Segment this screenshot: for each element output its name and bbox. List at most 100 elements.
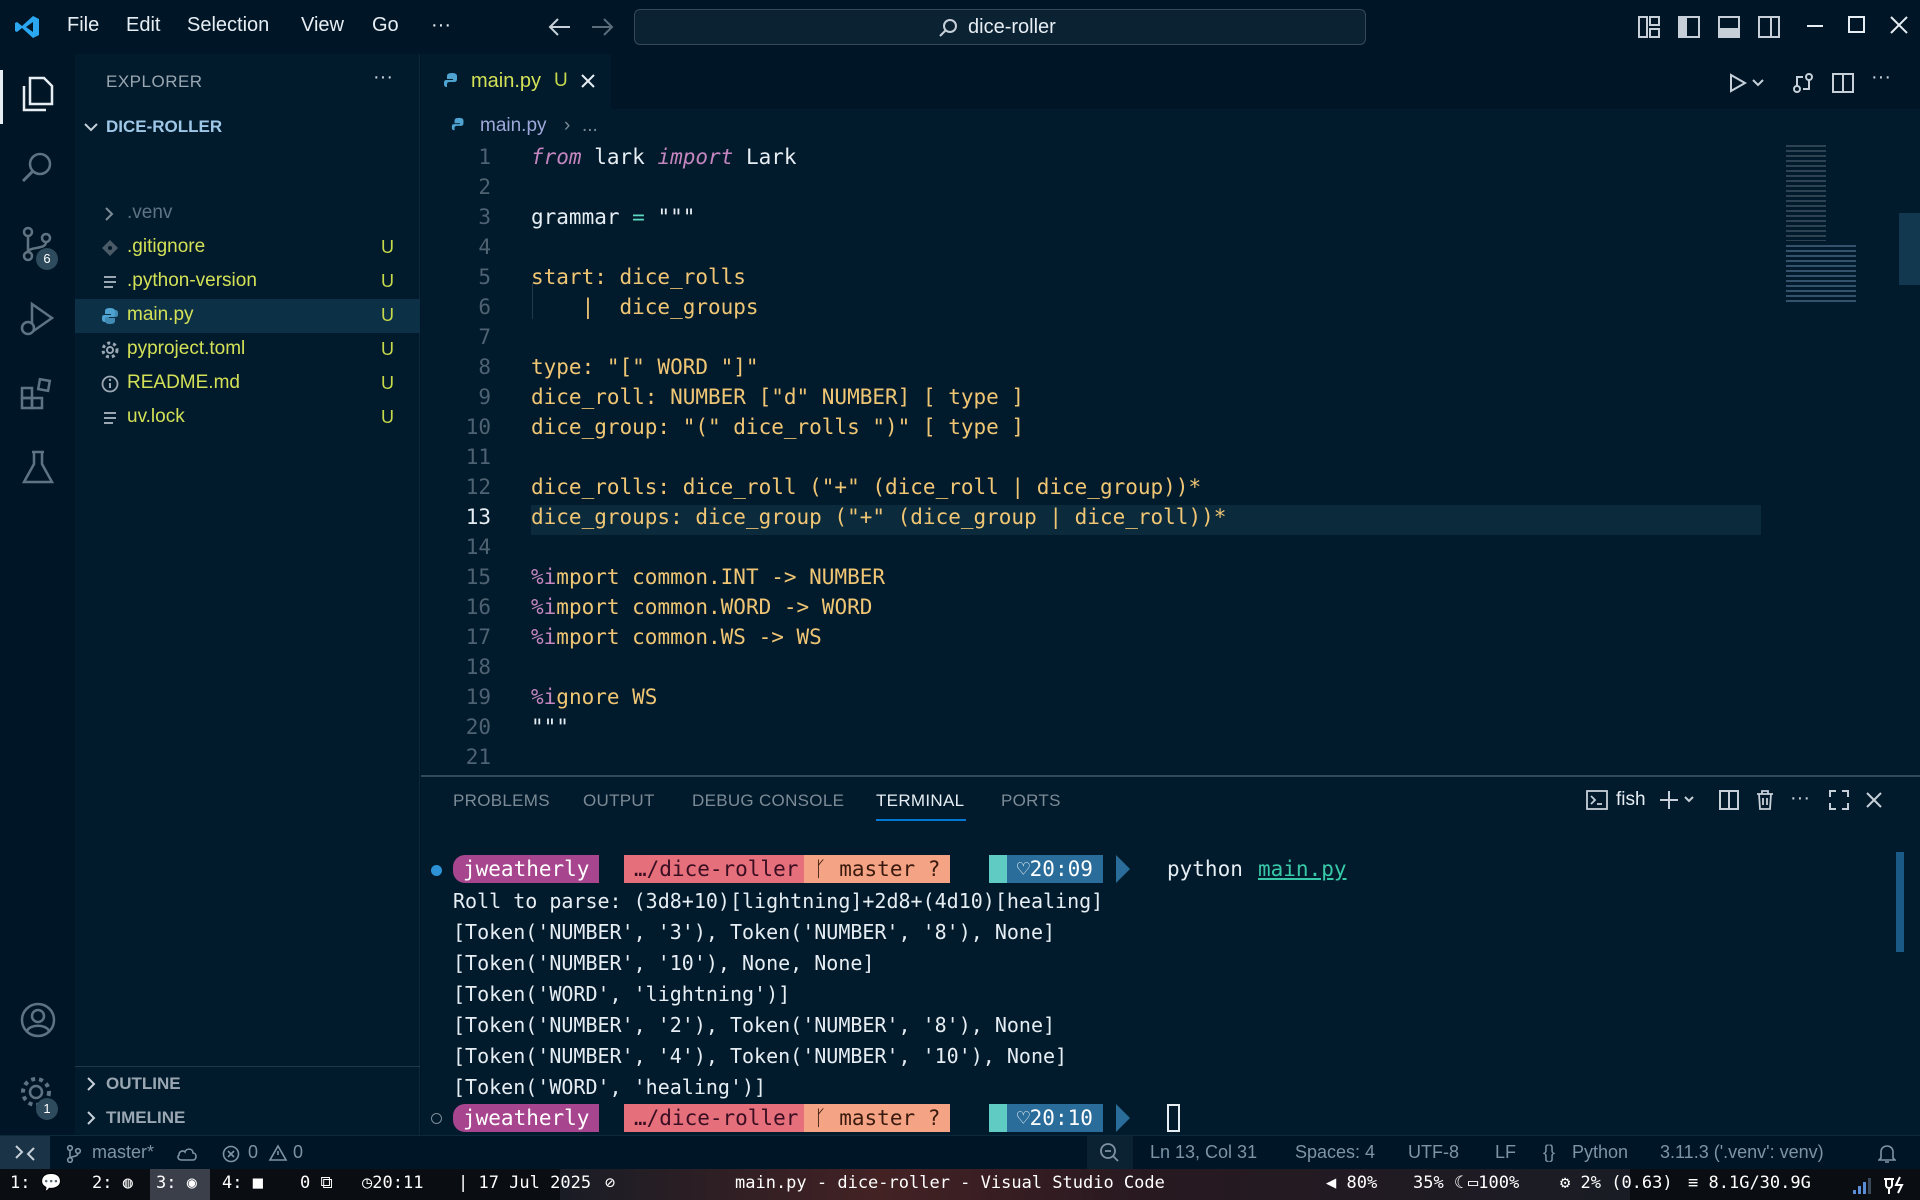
maximize-icon[interactable] [1848,16,1866,34]
tree-item-label: pyproject.toml [127,338,246,359]
split-terminal-icon[interactable] [1718,789,1740,811]
folder-icon: ■ [252,1173,263,1193]
error-count[interactable]: 0 [248,1142,258,1163]
battery[interactable]: ▭100% [1468,1173,1519,1193]
maximize-panel-icon[interactable] [1828,789,1850,811]
project-folder[interactable]: DICE-ROLLER [75,110,420,144]
editor-more-icon[interactable]: ··· [1871,66,1891,89]
search-view-icon[interactable] [18,148,58,188]
code-editor[interactable]: 1 from lark import Lark 2 3 grammar = """ … [421,143,1920,775]
indentation[interactable]: Spaces: 4 [1295,1142,1375,1163]
cloud-upload-icon[interactable] [176,1145,198,1163]
volume[interactable]: ◀ 80% [1326,1173,1377,1193]
terminal-scrollbar[interactable] [1896,852,1904,952]
zoom-box[interactable] [1087,1136,1133,1170]
open-changes-icon[interactable] [1791,71,1815,95]
prompt-user: jweatherly [453,855,600,883]
tree-item-venv[interactable]: .venv [75,197,420,231]
prompt-user: jweatherly [453,1104,600,1132]
menu-more[interactable]: ··· [431,14,451,37]
timeline-section[interactable]: TIMELINE [75,1101,420,1135]
terminal-cursor[interactable] [1167,1104,1180,1132]
prompt-dir: …/dice-roller [624,1104,809,1132]
untracked-badge: U [381,305,394,325]
minimap[interactable] [1766,143,1920,775]
tree-item-readme[interactable]: README.md U [75,367,420,401]
command-center-search[interactable]: dice-roller [634,9,1366,45]
workspace-0[interactable]: 0 ⧉ [300,1173,333,1193]
minimize-icon[interactable] [1806,24,1824,28]
manage-gear-icon[interactable]: 1 [18,1074,58,1120]
cursor-position[interactable]: Ln 13, Col 31 [1150,1142,1257,1163]
tree-item-pyproject[interactable]: pyproject.toml U [75,333,420,367]
tree-item-python-version[interactable]: .python-version U [75,265,420,299]
source-control-icon[interactable]: 6 [18,224,58,270]
terminal-output-line: [Token('NUMBER', '3'), Token('NUMBER', '… [453,920,1056,944]
testing-icon[interactable] [18,448,58,488]
language-mode[interactable]: Python [1572,1142,1628,1163]
back-arrow-icon[interactable] [548,16,572,38]
remote-indicator[interactable] [0,1136,50,1170]
terminal-shell-icon [1586,789,1608,811]
split-editor-icon[interactable] [1831,71,1855,95]
close-panel-icon[interactable] [1865,791,1883,809]
tab-debug-console[interactable]: DEBUG CONSOLE [692,791,844,811]
explorer-icon[interactable] [18,74,58,114]
accounts-icon[interactable] [18,1000,58,1040]
untracked-badge: U [381,373,394,393]
code-line: 17 %import common.WS -> WS [465,625,822,649]
notifications-bell-icon[interactable] [1878,1144,1896,1164]
minimap-slider[interactable] [1899,213,1920,285]
breadcrumb-file[interactable]: main.py [480,115,547,137]
panel-more-icon[interactable]: ··· [1790,787,1810,810]
tab-problems[interactable]: PROBLEMS [453,791,550,811]
branch-name[interactable]: master* [92,1142,154,1163]
encoding[interactable]: UTF-8 [1408,1142,1459,1163]
python-interpreter[interactable]: 3.11.3 ('.venv': venv) [1660,1142,1824,1163]
shell-name[interactable]: fish [1616,789,1646,811]
eye-off-icon[interactable]: ⊘ [605,1173,615,1193]
tree-item-uv-lock[interactable]: uv.lock U [75,401,420,435]
menu-selection[interactable]: Selection [187,14,269,37]
breadcrumb-more[interactable]: ... [582,115,598,137]
git-branch-icon [66,1145,82,1163]
close-tab-icon[interactable] [581,74,595,88]
heart-icon: ♡ [1017,857,1030,881]
toggle-primary-sidebar-icon[interactable] [1678,16,1700,38]
menu-view[interactable]: View [301,14,344,37]
workspace-2[interactable]: 2: ◍ [92,1173,133,1193]
gear-file-icon [101,341,119,359]
explorer-more-icon[interactable]: ··· [373,66,393,89]
tree-item-gitignore[interactable]: .gitignore U [75,231,420,265]
prompt-branch: ᚴ master ? [804,1104,951,1132]
outline-section[interactable]: OUTLINE [75,1067,420,1101]
run-python-icon[interactable] [1729,73,1765,93]
project-name: DICE-ROLLER [106,117,223,136]
toggle-secondary-sidebar-icon[interactable] [1758,16,1780,38]
prompt-separator [989,855,1007,883]
menu-go[interactable]: Go [372,14,399,37]
forward-arrow-icon[interactable] [590,16,614,38]
warning-count[interactable]: 0 [293,1142,303,1163]
workspace-3[interactable]: 3: ◉ [156,1173,197,1193]
prompt-separator [989,1104,1007,1132]
terminal-output-line: [Token('NUMBER', '4'), Token('NUMBER', '… [453,1044,1068,1068]
tree-item-main-py[interactable]: main.py U [75,299,420,333]
toggle-panel-icon[interactable] [1718,16,1740,38]
brightness[interactable]: 35% ☾ [1413,1173,1464,1193]
tab-terminal[interactable]: TERMINAL [876,791,964,811]
menu-file[interactable]: File [67,14,99,37]
run-debug-icon[interactable] [18,298,58,338]
new-terminal-plus-icon[interactable] [1658,789,1698,811]
workspace-1[interactable]: 1: 💬 [10,1173,62,1193]
menu-edit[interactable]: Edit [126,14,160,37]
tab-output[interactable]: OUTPUT [583,791,655,811]
tab-main-py[interactable]: main.py U [421,54,611,109]
customize-layout-icon[interactable] [1638,16,1660,38]
close-window-icon[interactable] [1890,16,1908,34]
workspace-4[interactable]: 4: ■ [222,1173,263,1193]
line-ending[interactable]: LF [1495,1142,1516,1163]
extensions-icon[interactable] [18,374,58,414]
trash-icon[interactable] [1754,789,1776,811]
tab-ports[interactable]: PORTS [1001,791,1061,811]
